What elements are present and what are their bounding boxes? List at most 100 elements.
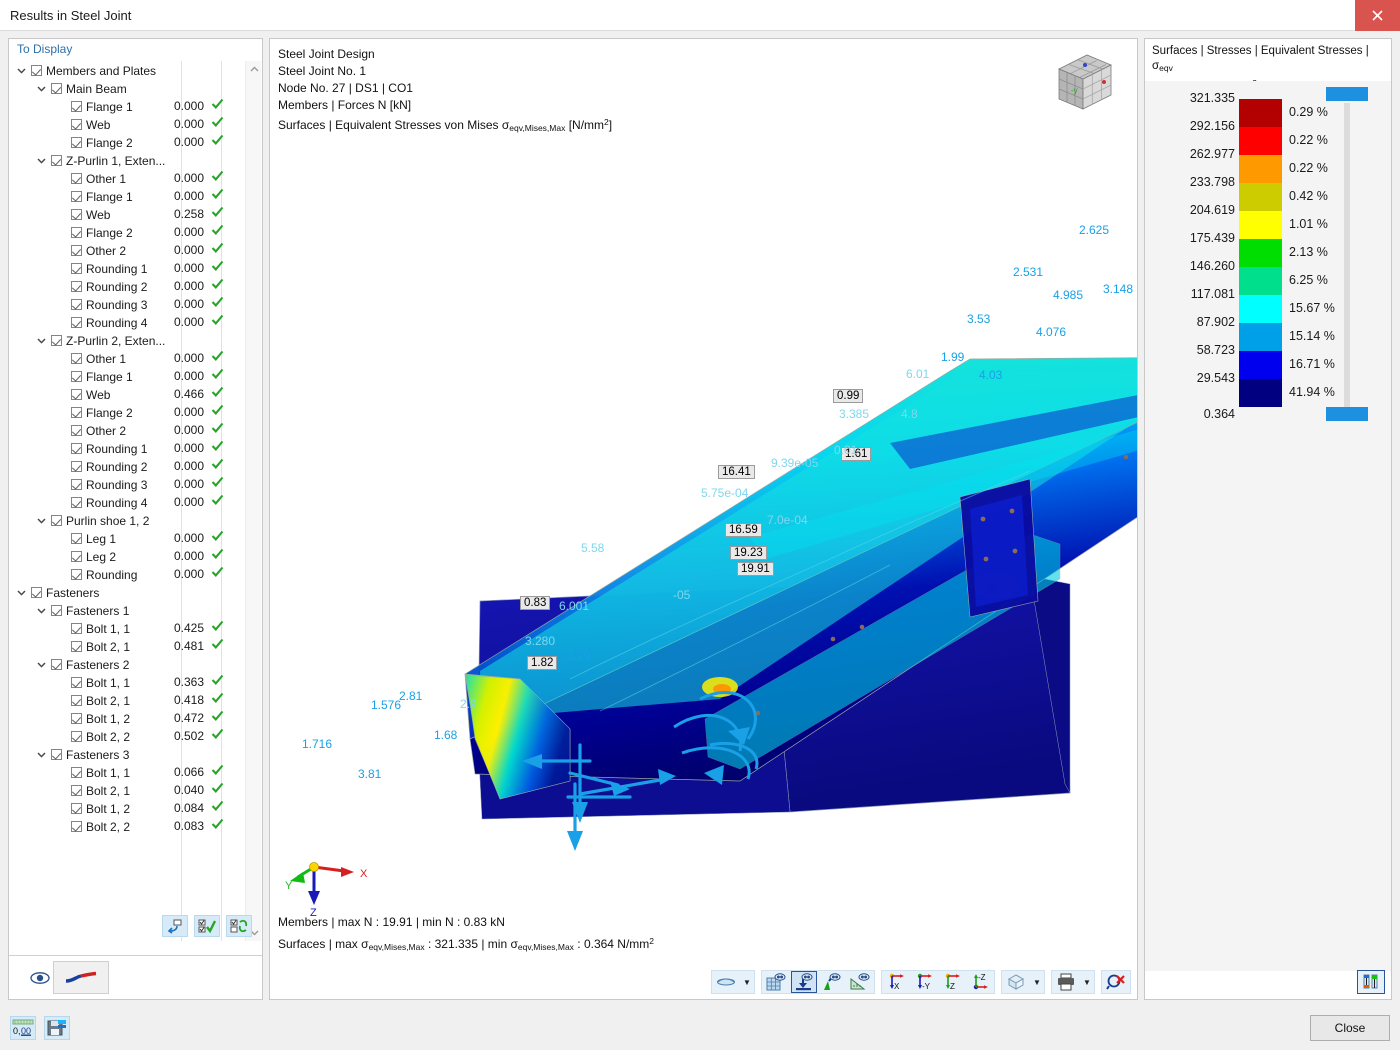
tree-row[interactable]: Rounding 0.000 <box>9 565 262 583</box>
tree-row[interactable]: Flange 1 0.000 <box>9 97 262 115</box>
tree-row[interactable]: Flange 2 0.000 <box>9 133 262 151</box>
3d-viewport[interactable]: Steel Joint Design Steel Joint No. 1 Nod… <box>269 38 1138 1000</box>
tree-checkbox[interactable] <box>51 83 62 95</box>
tree-row[interactable]: Other 2 0.000 <box>9 241 262 259</box>
tree-checkbox[interactable] <box>51 605 62 617</box>
support-view-button[interactable] <box>791 971 817 993</box>
tree-row[interactable]: Fasteners <box>9 583 262 601</box>
tree-row[interactable]: Flange 2 0.000 <box>9 223 262 241</box>
tree-row[interactable]: Bolt 2, 1 0.040 <box>9 781 262 799</box>
tree-checkbox[interactable] <box>71 785 82 797</box>
tree-row[interactable]: Bolt 1, 1 0.066 <box>9 763 262 781</box>
isometric-view-button[interactable] <box>1003 971 1029 993</box>
tree-row[interactable]: Rounding 2 0.000 <box>9 457 262 475</box>
tree-checkbox[interactable] <box>71 821 82 833</box>
navigate-back-icon[interactable] <box>162 915 188 937</box>
legend-range-slider[interactable] <box>1326 87 1368 421</box>
tree-row[interactable]: Rounding 2 0.000 <box>9 277 262 295</box>
invert-selection-icon[interactable] <box>226 915 252 937</box>
render-mode-button[interactable] <box>713 971 739 993</box>
chevron-down-icon[interactable] <box>37 608 51 614</box>
tree-checkbox[interactable] <box>71 713 82 725</box>
tree-checkbox[interactable] <box>71 695 82 707</box>
chevron-down-icon[interactable] <box>37 518 51 524</box>
tree-row[interactable]: Other 1 0.000 <box>9 349 262 367</box>
tree-row[interactable]: Bolt 2, 1 0.481 <box>9 637 262 655</box>
tree-checkbox[interactable] <box>71 443 82 455</box>
tree-checkbox[interactable] <box>71 245 82 257</box>
tree-checkbox[interactable] <box>71 371 82 383</box>
tree-row[interactable]: Fasteners 2 <box>9 655 262 673</box>
view-z-button[interactable]: Z <box>939 971 965 993</box>
grid-view-button[interactable] <box>763 971 789 993</box>
tree-row[interactable]: Bolt 1, 2 0.472 <box>9 709 262 727</box>
tree-checkbox[interactable] <box>71 317 82 329</box>
diagram-tab[interactable] <box>53 961 109 994</box>
select-all-checkboxes-icon[interactable] <box>194 915 220 937</box>
tree-checkbox[interactable] <box>51 515 62 527</box>
reset-zoom-button[interactable] <box>1103 971 1129 993</box>
tree-row[interactable]: Rounding 3 0.000 <box>9 475 262 493</box>
tree-list[interactable]: Members and Plates Main Beam Flange 1 0.000… <box>9 61 262 941</box>
tree-row[interactable]: Bolt 2, 2 0.083 <box>9 817 262 835</box>
tree-row[interactable]: Rounding 4 0.000 <box>9 493 262 511</box>
tree-row[interactable]: Bolt 2, 2 0.502 <box>9 727 262 745</box>
tree-checkbox[interactable] <box>71 533 82 545</box>
tree-checkbox[interactable] <box>71 119 82 131</box>
tree-row[interactable]: Flange 1 0.000 <box>9 367 262 385</box>
print-button[interactable] <box>1053 971 1079 993</box>
tree-checkbox[interactable] <box>71 461 82 473</box>
tree-row[interactable]: Z-Purlin 1, Exten... <box>9 151 262 169</box>
tree-row[interactable]: Other 1 0.000 <box>9 169 262 187</box>
tree-row[interactable]: Leg 2 0.000 <box>9 547 262 565</box>
tree-checkbox[interactable] <box>71 479 82 491</box>
tree-checkbox[interactable] <box>71 263 82 275</box>
tree-row[interactable]: Bolt 1, 1 0.363 <box>9 673 262 691</box>
chevron-down-icon[interactable] <box>17 590 31 596</box>
tree-row[interactable]: Rounding 1 0.000 <box>9 259 262 277</box>
tree-row[interactable]: Bolt 1, 2 0.084 <box>9 799 262 817</box>
tree-checkbox[interactable] <box>71 101 82 113</box>
print-caret-icon[interactable]: ▼ <box>1080 971 1094 993</box>
save-settings-icon[interactable] <box>44 1016 70 1040</box>
tree-checkbox[interactable] <box>51 155 62 167</box>
legend-band[interactable]: 29.543 41.94 % <box>1193 371 1343 407</box>
tree-checkbox[interactable] <box>71 767 82 779</box>
tree-row[interactable]: Fasteners 1 <box>9 601 262 619</box>
tree-checkbox[interactable] <box>71 425 82 437</box>
tree-row[interactable]: Bolt 1, 1 0.425 <box>9 619 262 637</box>
tree-checkbox[interactable] <box>71 551 82 563</box>
chevron-down-icon[interactable] <box>37 158 51 164</box>
tree-checkbox[interactable] <box>71 803 82 815</box>
legend-slider-top-handle[interactable] <box>1326 87 1368 101</box>
tree-row[interactable]: Flange 1 0.000 <box>9 187 262 205</box>
tree-row[interactable]: Main Beam <box>9 79 262 97</box>
chevron-down-icon[interactable] <box>37 752 51 758</box>
chevron-up-icon[interactable] <box>246 61 262 77</box>
tree-row[interactable]: Rounding 3 0.000 <box>9 295 262 313</box>
chevron-down-icon[interactable] <box>17 68 31 74</box>
tree-row[interactable]: Z-Purlin 2, Exten... <box>9 331 262 349</box>
tree-row[interactable]: Purlin shoe 1, 2 <box>9 511 262 529</box>
view-x-button[interactable]: X <box>883 971 909 993</box>
tree-checkbox[interactable] <box>71 731 82 743</box>
tree-scrollbar[interactable] <box>245 61 261 941</box>
view-y-button[interactable]: -Y <box>911 971 937 993</box>
tree-checkbox[interactable] <box>51 659 62 671</box>
tree-checkbox[interactable] <box>71 623 82 635</box>
tree-row[interactable]: Bolt 2, 1 0.418 <box>9 691 262 709</box>
window-close-button[interactable] <box>1355 0 1400 31</box>
tree-checkbox[interactable] <box>71 173 82 185</box>
tree-checkbox[interactable] <box>71 389 82 401</box>
tree-checkbox[interactable] <box>71 677 82 689</box>
tree-row[interactable]: Other 2 0.000 <box>9 421 262 439</box>
tree-checkbox[interactable] <box>71 407 82 419</box>
tree-checkbox[interactable] <box>71 299 82 311</box>
tree-checkbox[interactable] <box>51 749 62 761</box>
tree-checkbox[interactable] <box>71 641 82 653</box>
tree-row[interactable]: Leg 1 0.000 <box>9 529 262 547</box>
chevron-down-icon[interactable] <box>37 662 51 668</box>
tree-row[interactable]: Web 0.466 <box>9 385 262 403</box>
tree-row[interactable]: Rounding 4 0.000 <box>9 313 262 331</box>
chevron-down-icon[interactable] <box>37 86 51 92</box>
